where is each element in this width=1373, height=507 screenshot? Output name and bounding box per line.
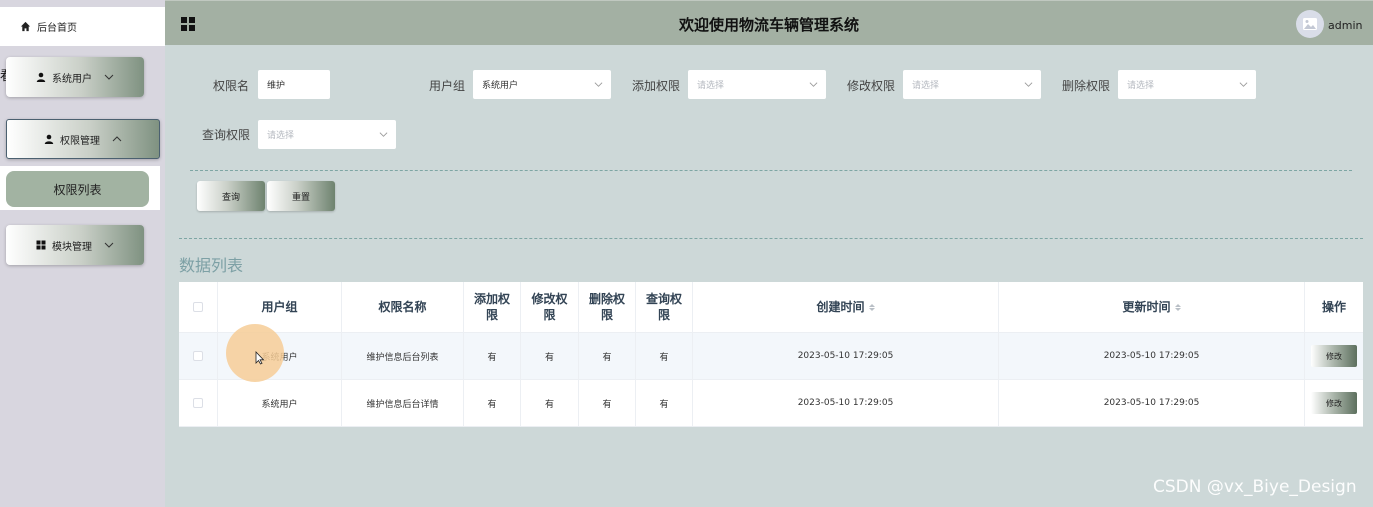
table-cell: 有: [579, 380, 636, 426]
edit-permission-placeholder: 请选择: [912, 81, 940, 91]
user-icon: [44, 134, 54, 144]
chevron-down-icon: [104, 72, 114, 82]
grid-icon: [36, 240, 46, 250]
edit-button[interactable]: 修改: [1311, 392, 1357, 414]
column-header-updated[interactable]: 更新时间: [999, 282, 1305, 332]
table-cell: 2023-05-10 17:29:05: [999, 333, 1305, 379]
sidebar-menu-permissions[interactable]: 权限管理: [6, 119, 160, 159]
column-header: 添加权 限: [464, 282, 521, 332]
row-checkbox[interactable]: [193, 351, 203, 361]
sidebar-home[interactable]: 后台首页: [0, 7, 165, 46]
section-title: 数据列表: [179, 256, 244, 275]
table-cell: 有: [521, 333, 579, 379]
column-header: 用户组: [218, 282, 342, 332]
column-header: 删除权 限: [579, 282, 636, 332]
chevron-down-icon: [1239, 82, 1248, 87]
user-group-value: 系统用户: [482, 81, 519, 91]
image-icon: [1303, 18, 1317, 30]
sidebar-menu-system-users[interactable]: 系统用户: [6, 57, 144, 97]
sidebar: 后台首页 看图 系统用户 权限管理 权限列表 模块管理: [0, 0, 165, 507]
sort-icon[interactable]: [1174, 303, 1181, 311]
permission-name-input[interactable]: 维护: [258, 70, 330, 99]
watermark: CSDN @vx_Biye_Design: [1153, 477, 1357, 497]
mouse-pointer-icon: [255, 351, 265, 365]
column-header-label: 更新时间: [1122, 300, 1171, 314]
table-cell: 2023-05-10 17:29:05: [693, 380, 999, 426]
chevron-down-icon: [809, 82, 818, 87]
table-cell: 2023-05-10 17:29:05: [693, 333, 999, 379]
query-permission-select[interactable]: 请选择: [258, 120, 396, 149]
table-cell: 有: [579, 333, 636, 379]
sidebar-item-permission-list[interactable]: 权限列表: [6, 171, 149, 207]
user-group-select[interactable]: 系统用户: [473, 70, 611, 99]
table-cell: 系统用户: [218, 380, 342, 426]
chevron-down-icon: [379, 132, 388, 137]
sidebar-menu-label: 系统用户: [52, 73, 92, 85]
field-label-permission-name: 权限名: [213, 79, 250, 93]
chevron-down-icon: [1024, 82, 1033, 87]
table-cell: 维护信息后台列表: [342, 333, 464, 379]
sidebar-home-label: 后台首页: [37, 23, 77, 34]
divider: [190, 170, 1352, 171]
chevron-down-icon: [104, 240, 114, 250]
table-header-row: 用户组 权限名称 添加权 限 修改权 限 删除权 限 查询权 限 创建时间 更新…: [179, 282, 1363, 333]
table-cell: 维护信息后台详情: [342, 380, 464, 426]
field-label-edit-permission: 修改权限: [847, 79, 896, 93]
submenu: 权限列表: [0, 166, 160, 210]
table-cell: 2023-05-10 17:29:05: [999, 380, 1305, 426]
table-cell: 有: [636, 333, 693, 379]
user-icon: [36, 72, 46, 82]
field-label-delete-permission: 删除权限: [1062, 79, 1111, 93]
divider: [179, 238, 1363, 239]
field-label-user-group: 用户组: [429, 79, 466, 93]
select-all-checkbox[interactable]: [193, 302, 203, 312]
home-icon: [20, 21, 31, 32]
sort-icon[interactable]: [868, 303, 875, 311]
reset-button[interactable]: 重置: [267, 181, 335, 211]
row-select-cell: [179, 380, 218, 426]
permissions-table: 用户组 权限名称 添加权 限 修改权 限 删除权 限 查询权 限 创建时间 更新…: [179, 282, 1363, 427]
column-header: 操作: [1321, 300, 1346, 314]
add-permission-placeholder: 请选择: [697, 81, 725, 91]
table-cell: 有: [521, 380, 579, 426]
table-row: 系统用户 维护信息后台详情 有 有 有 有 2023-05-10 17:29:0…: [179, 380, 1363, 427]
table-cell: 有: [636, 380, 693, 426]
chevron-up-icon: [112, 134, 122, 144]
column-header: 修改权 限: [521, 282, 579, 332]
delete-permission-select[interactable]: 请选择: [1118, 70, 1256, 99]
select-all-cell: [179, 282, 218, 332]
edit-permission-select[interactable]: 请选择: [903, 70, 1041, 99]
add-permission-select[interactable]: 请选择: [688, 70, 826, 99]
field-label-query-permission: 查询权限: [202, 128, 251, 142]
sidebar-menu-label: 权限管理: [60, 135, 100, 147]
query-button[interactable]: 查询: [197, 181, 265, 211]
top-header: 欢迎使用物流车辆管理系统 admin: [165, 0, 1373, 45]
row-checkbox[interactable]: [193, 398, 203, 408]
edit-button[interactable]: 修改: [1311, 345, 1357, 367]
table-cell: 有: [464, 380, 521, 426]
page-title: 欢迎使用物流车辆管理系统: [678, 16, 859, 34]
row-select-cell: [179, 333, 218, 379]
chevron-down-icon: [594, 82, 603, 87]
field-label-add-permission: 添加权限: [632, 79, 681, 93]
column-header: 查询权 限: [636, 282, 693, 332]
table-row: 系统用户 维护信息后台列表 有 有 有 有 2023-05-10 17:29:0…: [179, 333, 1363, 380]
avatar[interactable]: [1296, 10, 1324, 38]
sidebar-menu-modules[interactable]: 模块管理: [6, 225, 144, 265]
delete-permission-placeholder: 请选择: [1127, 81, 1155, 91]
column-header-label: 创建时间: [816, 300, 865, 314]
action-cell: 修改: [1305, 333, 1363, 379]
username[interactable]: admin: [1328, 19, 1362, 32]
column-header-created[interactable]: 创建时间: [693, 282, 999, 332]
column-header: 权限名称: [342, 282, 464, 332]
query-permission-placeholder: 请选择: [267, 131, 295, 141]
action-cell: 修改: [1305, 380, 1363, 426]
table-cell: 有: [464, 333, 521, 379]
sidebar-menu-label: 模块管理: [52, 241, 92, 253]
